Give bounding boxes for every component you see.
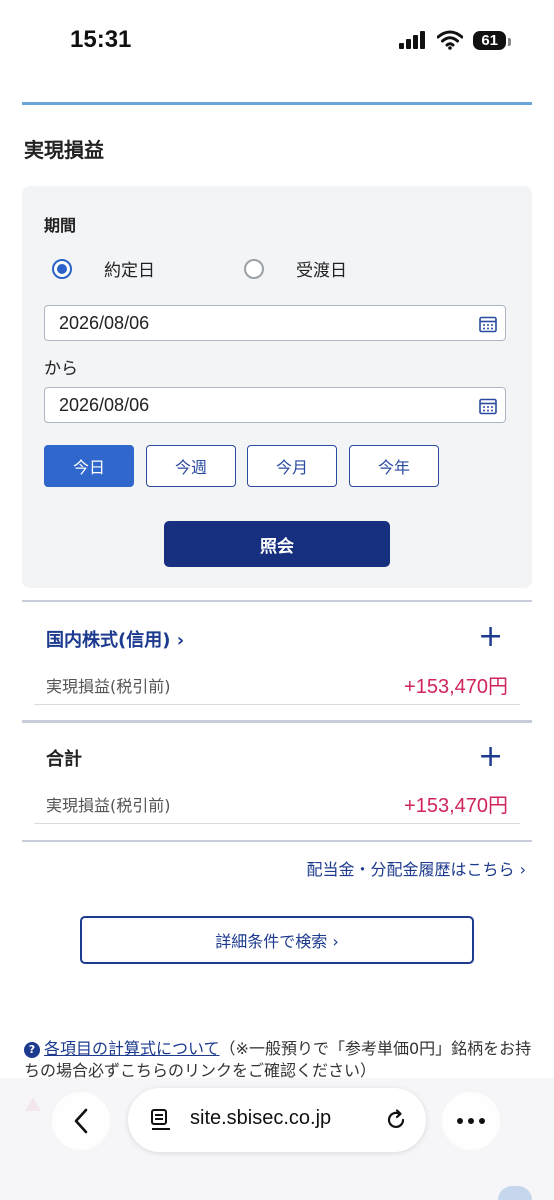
date-to-value: 2026/08/06 <box>59 395 150 415</box>
radio-selected-icon[interactable] <box>52 258 72 279</box>
calculation-formula-link[interactable]: 各項目の計算式について <box>44 1039 220 1058</box>
row-separator <box>34 823 520 824</box>
url-text: site.sbisec.co.jp <box>190 1107 332 1129</box>
date-from-value: 2026/08/06 <box>59 313 150 333</box>
radio-label: 受渡日 <box>296 261 347 281</box>
calendar-icon[interactable] <box>479 315 497 333</box>
reload-icon[interactable] <box>384 1108 408 1132</box>
signal-icon <box>399 31 426 49</box>
this-month-button[interactable]: 今月 <box>247 445 337 487</box>
expand-plus-icon[interactable]: + <box>478 622 503 652</box>
group-title-text: 国内株式(信用) <box>46 630 171 651</box>
total-pnl-value: +153,470円 <box>404 795 508 817</box>
divider <box>22 600 532 602</box>
question-icon: ? <box>24 1042 40 1058</box>
radio-unselected-icon[interactable] <box>244 258 264 279</box>
detail-search-button[interactable]: 詳細条件で検索 › <box>80 916 474 964</box>
realized-pnl-label: 実現損益(税引前) <box>46 677 171 696</box>
query-button[interactable]: 照会 <box>164 521 390 567</box>
realized-pnl-value: +153,470円 <box>404 676 508 698</box>
date-from-field[interactable]: 2026/08/06 <box>44 305 506 341</box>
row-separator <box>34 704 520 705</box>
radio-settlement-date[interactable]: 受渡日 <box>244 256 347 281</box>
this-week-button[interactable]: 今週 <box>146 445 236 487</box>
filter-panel: 期間 約定日 受渡日 2026/08/06 から 2026/08/06 今日 今… <box>22 186 532 588</box>
section-title: 実現損益 <box>24 138 104 162</box>
radio-label: 約定日 <box>104 261 155 281</box>
date-separator: から <box>44 359 78 379</box>
group-title-domestic-margin[interactable]: 国内株式(信用) › <box>46 626 184 652</box>
divider <box>22 720 532 723</box>
today-button[interactable]: 今日 <box>44 445 134 487</box>
expand-plus-icon[interactable]: + <box>478 742 503 772</box>
calculation-note: ? 各項目の計算式について（※一般預りで「参考単価0円」銘柄をお持ちの場合必ずこち… <box>24 1038 534 1082</box>
this-year-button[interactable]: 今年 <box>349 445 439 487</box>
status-icons: 61 <box>399 30 511 50</box>
status-bar: 15:31 61 <box>0 0 554 90</box>
top-rule <box>22 102 532 105</box>
calendar-icon[interactable] <box>479 397 497 415</box>
back-button[interactable] <box>52 1092 110 1150</box>
wifi-icon <box>437 30 464 50</box>
dividend-history-link[interactable]: 配当金・分配金履歴はこちら › <box>307 856 527 880</box>
radio-contract-date[interactable]: 約定日 <box>52 256 155 281</box>
battery-icon: 61 <box>473 30 511 50</box>
chevron-right-icon: › <box>170 630 185 651</box>
date-to-field[interactable]: 2026/08/06 <box>44 387 506 423</box>
divider <box>22 840 532 842</box>
group-title-total: 合計 <box>46 749 82 770</box>
more-dots-icon <box>457 1118 485 1124</box>
reader-icon <box>151 1109 170 1130</box>
status-time: 15:31 <box>70 26 132 53</box>
chevron-left-icon <box>74 1108 88 1134</box>
more-button[interactable] <box>442 1092 500 1150</box>
total-pnl-label: 実現損益(税引前) <box>46 796 171 815</box>
period-label: 期間 <box>44 216 77 235</box>
url-bar[interactable]: site.sbisec.co.jp <box>128 1088 426 1152</box>
